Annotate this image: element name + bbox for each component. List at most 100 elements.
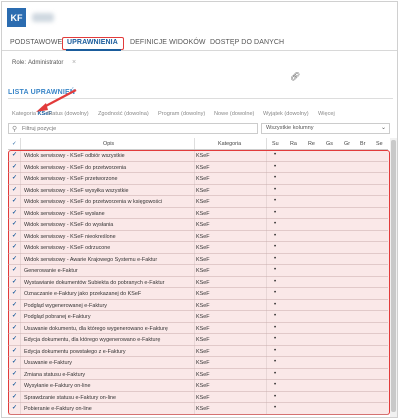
row-kategoria: KSeF: [196, 360, 210, 366]
scrollbar-thumb[interactable]: [391, 140, 396, 412]
header-opis[interactable]: Opis: [103, 141, 114, 147]
table-row[interactable]: ✓ Zmiana statusu e-Faktury KSeF •: [8, 369, 388, 380]
header-su[interactable]: Su: [272, 141, 279, 147]
check-icon[interactable]: ✓: [12, 405, 18, 411]
columns-select[interactable]: Wszystkie kolumny ⌄: [261, 123, 390, 134]
check-icon[interactable]: ✓: [12, 210, 18, 216]
check-icon[interactable]: ✓: [12, 244, 18, 250]
header-gr[interactable]: Gr: [344, 141, 350, 147]
app-window: KF PODSTAWOWE UPRAWNIENIA DEFINICJE WIDO…: [1, 1, 398, 418]
table-row[interactable]: ✓ Widok serwisowy - KSeF wysłane KSeF •: [8, 208, 388, 219]
role-value[interactable]: Administrator: [28, 60, 63, 66]
row-kategoria: KSeF: [196, 348, 210, 355]
check-icon[interactable]: ✓: [12, 256, 18, 262]
row-kategoria: KSeF: [196, 279, 210, 286]
row-opis: Generowanie e-Faktur: [24, 268, 78, 274]
check-icon[interactable]: ✓: [12, 302, 18, 308]
row-kategoria: KSeF: [196, 337, 210, 343]
table-row[interactable]: ✓ Pobieranie e-Faktury on-line KSeF •: [8, 403, 388, 415]
search-box: ⚲: [8, 123, 258, 134]
table-row[interactable]: ✓ Generowanie e-Faktur KSeF •: [8, 265, 388, 277]
header-br[interactable]: Br: [360, 141, 365, 147]
table-row[interactable]: ✓ Widok serwisowy - KSeF przetworzone KSeF…: [8, 173, 388, 185]
check-icon[interactable]: ✓: [12, 325, 18, 331]
table-row[interactable]: ✓ Sprawdzanie statusu e-Faktury on-line KS…: [8, 392, 388, 403]
chevron-down-icon: ⌄: [380, 125, 386, 131]
table-row[interactable]: ✓ Usuwanie e-Faktury KSeF •: [8, 357, 388, 369]
search-input[interactable]: [22, 124, 252, 133]
check-icon[interactable]: ✓: [12, 198, 18, 204]
check-icon[interactable]: ✓: [12, 175, 18, 181]
table-row[interactable]: ✓ Wystawianie dokumentów Subiekta do pobr…: [8, 277, 388, 288]
link-icon[interactable]: 🔗︎: [290, 72, 300, 81]
table-row[interactable]: ✓ Widok serwisowy - KSeF nieokreślone KSeF…: [8, 231, 388, 242]
table-row[interactable]: ✓ Widok serwisowy - KSeF odbiór wszystkie…: [8, 150, 388, 162]
table-row[interactable]: ✓ Widok serwisowy - Awarie Krajowego Syst…: [8, 254, 388, 265]
header-gs[interactable]: Gs: [326, 141, 333, 147]
check-icon[interactable]: ✓: [12, 371, 18, 377]
table-row[interactable]: ✓ Oznaczanie e-Faktury jako przekazanej d…: [8, 288, 388, 300]
check-icon[interactable]: ✓: [12, 279, 18, 285]
table-row[interactable]: ✓ Usuwanie dokumentu, dla którego wygener…: [8, 323, 388, 334]
row-opis: Edycja dokumentu, dla którego wygenerowa…: [24, 337, 161, 343]
filter-zgodnosc[interactable]: Zgodność (dowolna): [98, 111, 149, 117]
row-opis: Usuwanie e-Faktury: [24, 360, 72, 366]
tab-uprawnienia[interactable]: UPRAWNIENIA: [67, 39, 118, 46]
tab-podstawowe[interactable]: PODSTAWOWE: [10, 39, 62, 46]
table-row[interactable]: ✓ Podgląd pobranej e-Faktury KSeF •: [8, 311, 388, 323]
row-kategoria: KSeF: [196, 245, 210, 251]
role-filter: Role: Administrator ×: [2, 56, 397, 70]
row-kategoria: KSeF: [196, 176, 210, 182]
header-re[interactable]: Re: [308, 141, 315, 147]
row-kategoria: KSeF: [196, 233, 210, 240]
table-row[interactable]: ✓ Widok serwisowy - KSeF do przetworzenia…: [8, 162, 388, 173]
table-row[interactable]: ✓ Widok serwisowy - KSeF wysyłka wszystki…: [8, 185, 388, 196]
table-row[interactable]: ✓ Edycja dokumentu powstałego z e-Faktury…: [8, 346, 388, 357]
filter-status[interactable]: Status (dowolny): [47, 111, 89, 117]
filter-nowe[interactable]: Nowe (dowolne): [214, 111, 254, 117]
active-tab-underline: [66, 49, 121, 51]
check-icon[interactable]: ✓: [12, 187, 18, 193]
row-kategoria: KSeF: [196, 153, 210, 159]
table-row[interactable]: ✓ Podgląd wygenerowanej e-Faktury KSeF •: [8, 300, 388, 311]
clear-role-icon[interactable]: ×: [72, 59, 76, 66]
check-icon[interactable]: ✓: [12, 290, 18, 296]
header-kategoria[interactable]: Kategoria: [218, 141, 241, 147]
filter-kategoria[interactable]: Kategoria KSeF: [12, 111, 52, 117]
row-opis: Wystawianie dokumentów Subiekta do pobra…: [24, 279, 165, 286]
scrollbar[interactable]: [390, 138, 397, 417]
row-su-value: •: [274, 186, 277, 193]
check-icon[interactable]: ✓: [12, 221, 18, 227]
check-icon[interactable]: ✓: [12, 394, 18, 400]
tab-definicje-widokow[interactable]: DEFINICJE WIDOKÓW: [130, 39, 206, 46]
check-icon[interactable]: ✓: [12, 152, 18, 158]
filter-program[interactable]: Program (dowolny): [158, 111, 205, 117]
header-se[interactable]: Se: [376, 141, 383, 147]
table-row[interactable]: ✓ Wysyłanie e-Faktury on-line KSeF •: [8, 380, 388, 392]
table-row[interactable]: ✓ Widok serwisowy - KSeF odrzucone KSeF •: [8, 242, 388, 254]
row-kategoria: KSeF: [196, 210, 210, 217]
table-row[interactable]: ✓ Widok serwisowy - KSeF do przetworzenia…: [8, 196, 388, 208]
row-kategoria: KSeF: [196, 314, 210, 320]
filter-wyjatek[interactable]: Wyjątek (dowolny): [263, 111, 309, 117]
header-ra[interactable]: Ra: [290, 141, 297, 147]
check-icon[interactable]: ✓: [12, 382, 18, 388]
check-icon[interactable]: ✓: [12, 348, 18, 354]
row-opis: Widok serwisowy - KSeF do przetworzenia …: [24, 199, 163, 205]
check-icon[interactable]: ✓: [12, 164, 18, 170]
row-su-value: •: [274, 382, 277, 388]
filter-wiecej[interactable]: Więcej: [318, 111, 335, 117]
table-row[interactable]: ✓ Widok serwisowy - KSeF do wysłania KSeF •: [8, 219, 388, 231]
row-su-value: •: [274, 359, 277, 365]
check-icon[interactable]: ✓: [12, 359, 18, 365]
row-opis: Podgląd wygenerowanej e-Faktury: [24, 302, 108, 309]
row-kategoria: KSeF: [196, 302, 210, 309]
check-icon[interactable]: ✓: [12, 313, 18, 319]
row-kategoria: KSeF: [196, 222, 210, 228]
check-icon[interactable]: ✓: [12, 267, 18, 273]
table-row[interactable]: ✓ Edycja dokumentu, dla którego wygenerow…: [8, 334, 388, 346]
tab-dostep-do-danych[interactable]: DOSTĘP DO DANYCH: [210, 39, 284, 46]
check-icon[interactable]: ✓: [12, 336, 18, 342]
header-check[interactable]: ✓: [12, 141, 17, 147]
check-icon[interactable]: ✓: [12, 233, 18, 239]
